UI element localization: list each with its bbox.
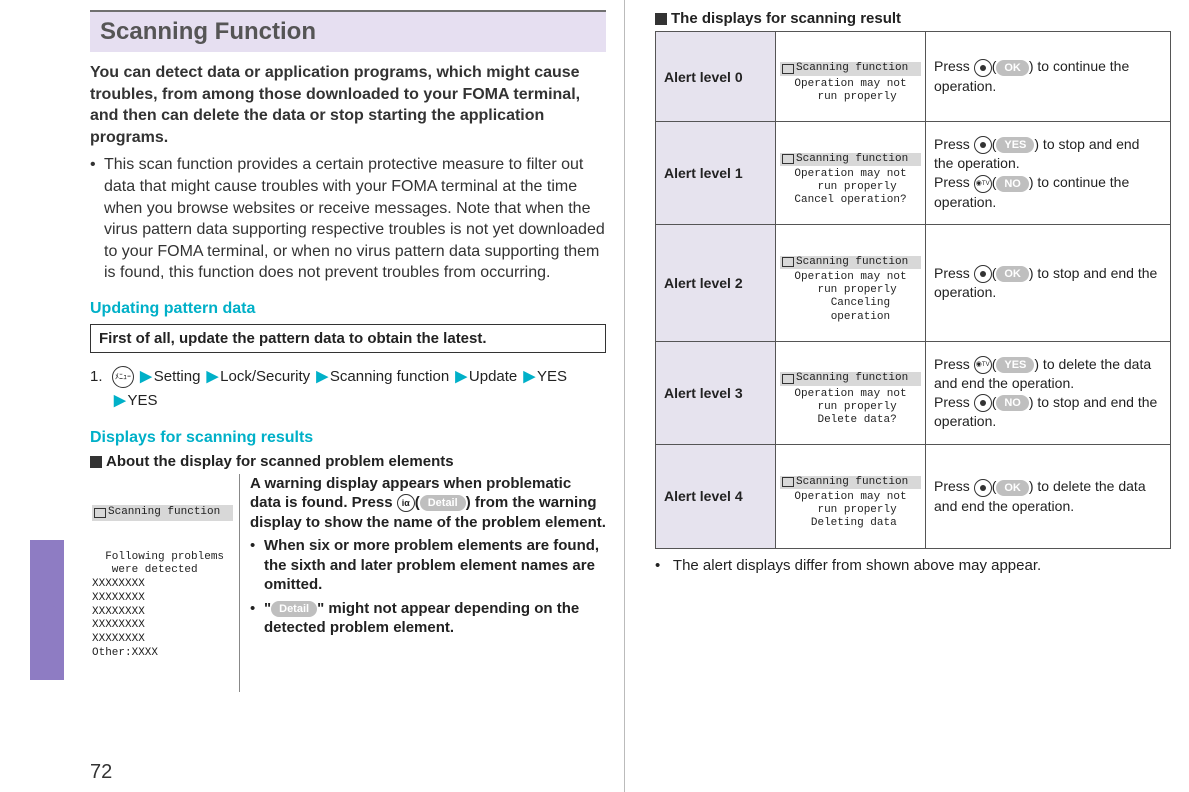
page: Others Scanning Function You can detect … [0,0,1189,792]
info-key-icon: iα [397,494,415,512]
left-column: Others Scanning Function You can detect … [0,0,624,792]
block-about-label: About the display for scanned problem el… [106,453,454,470]
subheading-results: Displays for scanning results [90,429,606,447]
center-key-icon [974,265,992,283]
phone-title: Scanning function [780,153,921,166]
phone-title: Scanning function [780,372,921,385]
step-part: Scanning function [330,368,449,385]
key-pill: OK [996,480,1029,496]
table-row: Alert level 4 Scanning functionOperation… [656,445,1171,548]
block-about: About the display for scanned problem el… [90,453,606,470]
arrow-icon: ▶ [314,368,330,385]
subheading-updating: Updating pattern data [90,300,606,318]
arrow-icon: ▶ [112,392,128,409]
alert-screenshot: Scanning functionOperation may not run p… [776,32,926,122]
alert-screenshot: Scanning functionOperation may not run p… [776,225,926,342]
desc-bullet-1-text: When six or more problem elements are fo… [264,536,606,595]
camera-key-icon: ◉TV [974,356,992,374]
right-column: The displays for scanning result Alert l… [624,0,1189,792]
phone-title: Scanning function [92,505,233,521]
alert-action: Press ◉TV(YES) to delete the data and en… [926,341,1171,444]
quote: " [264,600,271,617]
side-label: Others [36,583,64,660]
key-pill: OK [996,266,1029,282]
center-key-icon [974,479,992,497]
phone-title: Scanning function [780,256,921,269]
step-number: 1. [90,365,112,413]
intro-text: You can detect data or application progr… [90,62,606,148]
arrow-icon: ▶ [521,368,537,385]
table-row: Alert level 0 Scanning functionOperation… [656,32,1171,122]
detail-pill: Detail [271,601,317,617]
table-row: Alert level 1 Scanning functionOperation… [656,122,1171,225]
alert-screenshot: Scanning functionOperation may not run p… [776,341,926,444]
desc-bullet-1: • When six or more problem elements are … [250,536,606,595]
desc-bullet-2-text: "Detail" might not appear depending on t… [264,599,606,638]
block-displays: The displays for scanning result [655,10,1171,27]
arrow-icon: ▶ [453,368,469,385]
alert-action: Press (OK) to continue the operation. [926,32,1171,122]
alert-name: Alert level 1 [656,122,776,225]
alert-action: Press (OK) to stop and end the operation… [926,225,1171,342]
intro-bullet-text: This scan function provides a certain pr… [104,154,606,284]
camera-key-icon: ◉TV [974,175,992,193]
arrow-icon: ▶ [138,368,154,385]
step-1: 1. ﾒﾆｭｰ ▶Setting ▶Lock/Security ▶Scannin… [90,365,606,413]
footnote-text: The alert displays differ from shown abo… [673,557,1041,574]
step-part: Update [469,368,517,385]
alert-action: Press (YES) to stop and end the operatio… [926,122,1171,225]
alert-screenshot: Scanning functionOperation may not run p… [776,445,926,548]
alert-name: Alert level 4 [656,445,776,548]
alert-table: Alert level 0 Scanning functionOperation… [655,31,1171,549]
bullet-dot: • [655,557,669,574]
center-key-icon [974,59,992,77]
key-pill: NO [996,395,1029,411]
arrow-icon: ▶ [205,368,221,385]
key-pill: NO [996,176,1029,192]
center-key-icon [974,136,992,154]
scan-description: A warning display appears when problemat… [250,474,606,692]
step-flow: ﾒﾆｭｰ ▶Setting ▶Lock/Security ▶Scanning f… [112,365,606,413]
step-part: Setting [154,368,201,385]
square-icon [90,456,102,468]
footnote: • The alert displays differ from shown a… [655,557,1171,574]
detail-pill: Detail [420,495,466,511]
square-icon [655,13,667,25]
first-box: First of all, update the pattern data to… [90,324,606,353]
center-key-icon [974,394,992,412]
step-part: YES [537,368,567,385]
desc-bullet-2: • "Detail" might not appear depending on… [250,599,606,638]
alert-name: Alert level 2 [656,225,776,342]
scan-detail-row: Scanning function Following problems wer… [90,474,606,692]
alert-action: Press (OK) to delete the data and end th… [926,445,1171,548]
page-number: 72 [90,761,112,784]
phone-title: Scanning function [780,476,921,489]
key-pill: YES [996,357,1034,373]
alert-name: Alert level 0 [656,32,776,122]
table-row: Alert level 2 Scanning functionOperation… [656,225,1171,342]
bullet-dot: • [90,154,104,284]
block-displays-label: The displays for scanning result [671,10,901,27]
intro-bullet: • This scan function provides a certain … [90,154,606,284]
table-row: Alert level 3 Scanning functionOperation… [656,341,1171,444]
phone-title: Scanning function [780,62,921,75]
phone-title-text: Scanning function [108,506,220,520]
key-pill: OK [996,60,1029,76]
phone-body: Following problems were detected XXXXXXX… [92,551,233,661]
phone-screenshot: Scanning function Following problems wer… [90,474,240,692]
bullet-dot: • [250,536,264,595]
menu-key-icon: ﾒﾆｭｰ [112,366,134,388]
step-part: YES [128,392,158,409]
bullet-dot: • [250,599,264,638]
section-heading: Scanning Function [90,10,606,52]
key-pill: YES [996,137,1034,153]
alert-name: Alert level 3 [656,341,776,444]
alert-screenshot: Scanning functionOperation may not run p… [776,122,926,225]
step-part: Lock/Security [220,368,310,385]
